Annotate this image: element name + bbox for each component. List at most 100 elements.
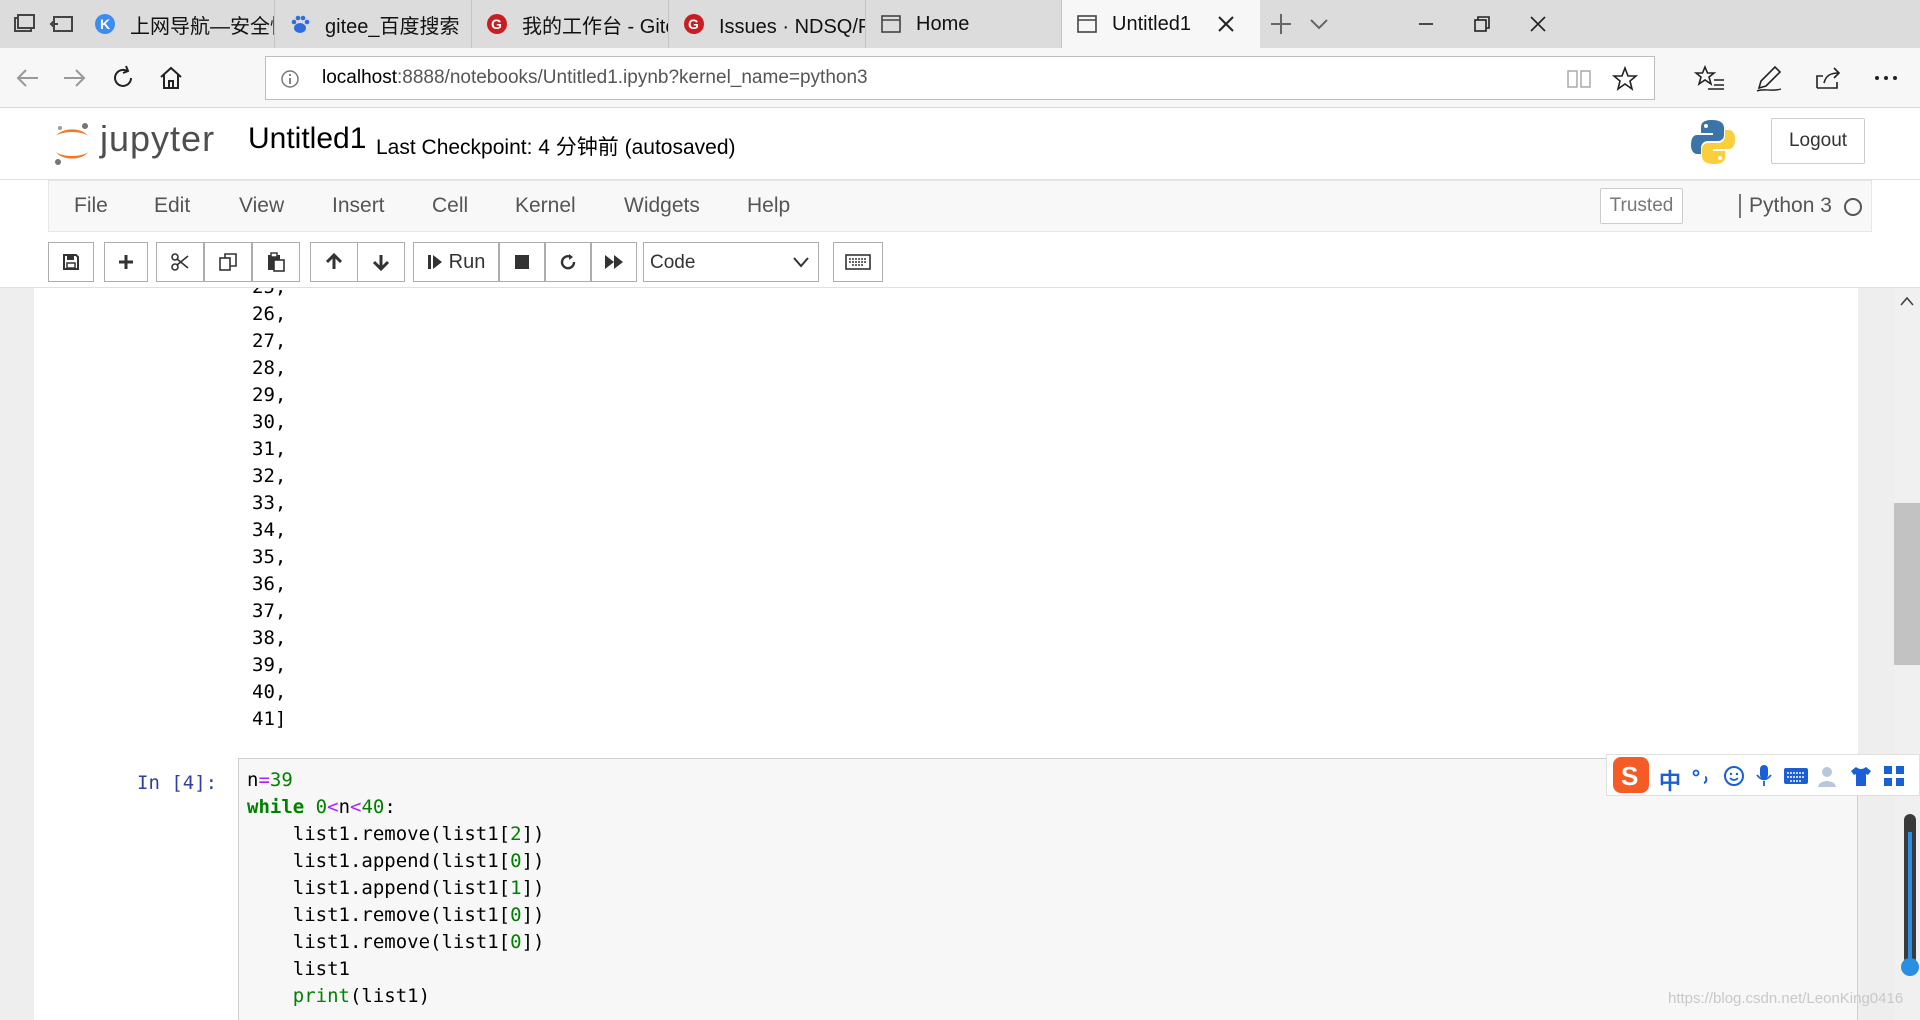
tab-title: 上网导航—安全快捷 (130, 15, 274, 38)
close-tab-icon[interactable] (1214, 12, 1238, 36)
code-line: list1.remove(list1[0]) (247, 904, 545, 926)
insert-cell-button[interactable] (104, 242, 148, 282)
notebook-name[interactable]: Untitled1 (248, 122, 366, 156)
forward-icon[interactable] (58, 62, 90, 94)
menu-widgets[interactable]: Widgets (624, 194, 700, 218)
restart-button[interactable] (545, 242, 591, 282)
ime-language-toggle[interactable]: 中 (1659, 764, 1681, 796)
menu-view[interactable]: View (239, 194, 284, 218)
code-token: 0 (510, 904, 522, 926)
python-logo-icon (1691, 120, 1735, 164)
trusted-indicator[interactable]: Trusted (1600, 188, 1683, 224)
menu-help[interactable]: Help (747, 194, 790, 218)
kernel-idle-indicator (1844, 198, 1862, 216)
menubar: File Edit View Insert Cell Kernel Widget… (48, 180, 1872, 232)
favorites-list-icon[interactable] (1694, 62, 1726, 94)
move-up-button[interactable] (310, 242, 358, 282)
menu-kernel[interactable]: Kernel (515, 194, 576, 218)
info-icon[interactable] (280, 69, 300, 89)
emoji-icon[interactable] (1723, 765, 1745, 787)
code-line: n=39 (247, 767, 293, 794)
code-token: 2 (510, 823, 522, 845)
tab-untitled1[interactable]: Untitled1 (1062, 0, 1260, 48)
interrupt-button[interactable] (499, 242, 545, 282)
grid-menu-icon[interactable] (1883, 765, 1905, 787)
address-bar[interactable]: localhost:8888/notebooks/Untitled1.ipynb… (265, 56, 1655, 100)
gitee-logo-icon: G (683, 13, 705, 35)
code-token: = (258, 769, 270, 791)
keyboard-icon[interactable] (1783, 767, 1809, 785)
close-window-icon[interactable] (1524, 10, 1552, 38)
code-token: 0 (315, 796, 328, 818)
cell-type-select[interactable]: Code (643, 242, 819, 282)
microphone-icon[interactable] (1755, 764, 1773, 788)
command-palette-button[interactable] (833, 242, 883, 282)
code-line: list1.append(list1[1]) (247, 877, 545, 899)
tab-title: Untitled1 (1112, 12, 1191, 35)
baidu-paw-icon (289, 13, 311, 35)
move-down-button[interactable] (357, 242, 405, 282)
code-token: 1 (510, 877, 522, 899)
output-line: 28, (252, 357, 287, 379)
menu-cell[interactable]: Cell (432, 194, 468, 218)
restart-run-all-button[interactable] (591, 242, 637, 282)
favorite-star-icon[interactable] (1612, 66, 1638, 92)
skin-shirt-icon[interactable] (1849, 765, 1873, 787)
tab-gitee-workbench[interactable]: G 我的工作台 - Gitee.c (472, 0, 669, 48)
tab-issues[interactable]: G Issues · NDSQ/PY作 (669, 0, 866, 48)
new-tab-icon[interactable] (1267, 10, 1295, 38)
save-icon (63, 254, 79, 270)
watermark-text: https://blog.csdn.net/LeonKing0416 (1668, 990, 1904, 1007)
more-icon[interactable] (1870, 62, 1902, 94)
tab-set-aside-icon[interactable] (10, 10, 38, 38)
menu-edit[interactable]: Edit (154, 194, 190, 218)
restore-icon[interactable] (1468, 10, 1496, 38)
logout-button[interactable]: Logout (1771, 118, 1865, 164)
chevron-down-icon[interactable] (1305, 10, 1333, 38)
jupyter-logo-text[interactable]: jupyter (100, 118, 215, 160)
minimize-icon[interactable] (1412, 10, 1440, 38)
back-icon[interactable] (12, 62, 44, 94)
url-text: localhost:8888/notebooks/Untitled1.ipynb… (322, 67, 868, 89)
code-token: print (292, 985, 350, 1007)
scrollbar-thumb[interactable] (1894, 503, 1920, 665)
thermometer-widget-icon[interactable] (1900, 812, 1920, 980)
save-button[interactable] (48, 242, 94, 282)
step-forward-icon (427, 255, 442, 269)
menu-file[interactable]: File (74, 194, 108, 218)
run-button[interactable]: Run (413, 242, 499, 282)
cell-prompt: In [4]: (137, 772, 218, 794)
user-icon[interactable] (1817, 765, 1841, 789)
run-label: Run (448, 250, 486, 273)
home-icon[interactable] (155, 62, 187, 94)
jupyter-logo-icon[interactable] (52, 120, 92, 168)
gitee-logo-icon: G (486, 13, 508, 35)
paste-button[interactable] (252, 242, 300, 282)
notebook-area[interactable]: 25, 26, 27, 28, 29, 30, 31, 32, 33, 34, … (0, 288, 1920, 1020)
scroll-up-icon[interactable] (1900, 296, 1914, 306)
menu-insert[interactable]: Insert (332, 194, 385, 218)
refresh-icon[interactable] (107, 62, 139, 94)
url-host: localhost (322, 67, 397, 88)
cut-button[interactable] (156, 242, 204, 282)
sogou-logo-icon[interactable]: S (1611, 755, 1651, 795)
output-line: 40, (252, 681, 287, 703)
code-line: list1.append(list1[0]) (247, 850, 545, 872)
share-icon[interactable] (1812, 62, 1844, 94)
svg-text:K: K (100, 16, 110, 32)
punctuation-icon[interactable] (1691, 766, 1711, 786)
code-line: list1.remove(list1[0]) (247, 931, 545, 953)
tab-title: gitee_百度搜索 (325, 15, 460, 38)
reading-view-icon[interactable] (1566, 68, 1592, 90)
plus-icon (119, 255, 133, 269)
ime-toolbar: S 中 (1606, 754, 1920, 796)
code-cell-editor[interactable]: n=39 while 0<n<40: list1.remove(list1[2]… (238, 758, 1858, 1020)
restart-icon (560, 254, 576, 270)
tab-preview-icon[interactable] (48, 10, 76, 38)
tab-home[interactable]: Home (866, 0, 1062, 48)
copy-button[interactable] (204, 242, 252, 282)
pen-icon[interactable] (1753, 62, 1785, 94)
tab-gitee-search[interactable]: gitee_百度搜索 (275, 0, 472, 48)
output-line: 41] (252, 708, 287, 730)
tab-navigation[interactable]: K 上网导航—安全快捷 (80, 0, 275, 48)
